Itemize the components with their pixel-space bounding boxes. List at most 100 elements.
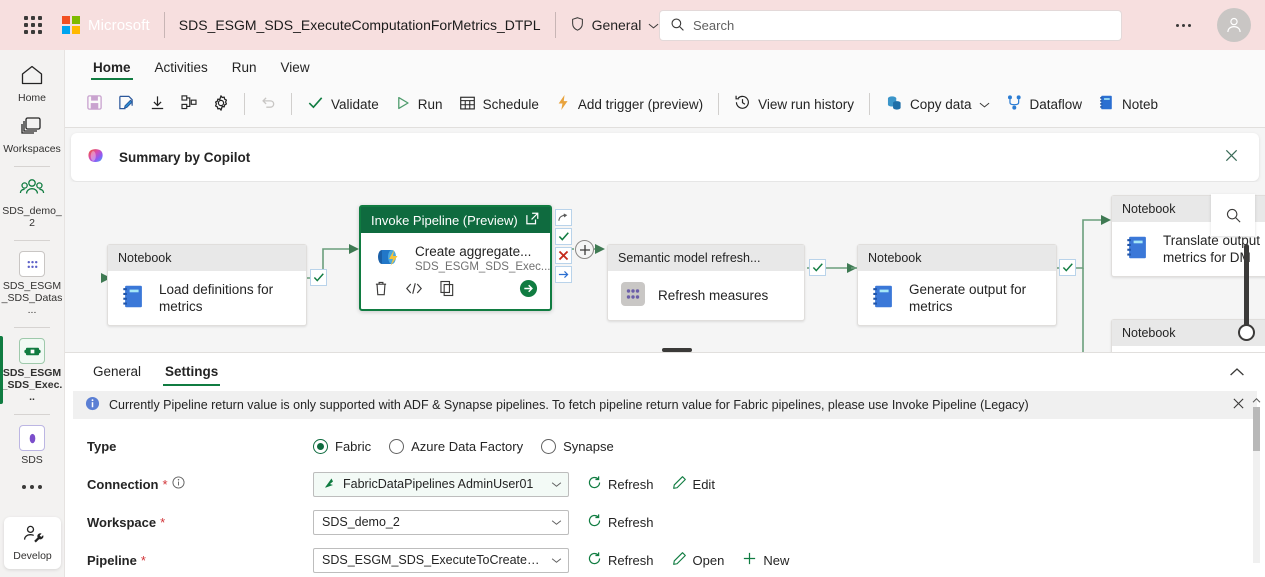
panel-resize-handle[interactable] — [662, 348, 692, 352]
rail-more-button[interactable] — [22, 485, 42, 489]
pipeline-refresh-button[interactable]: Refresh — [587, 551, 654, 569]
info-circle-icon[interactable] — [172, 476, 185, 492]
form-row-workspace: Workspace * SDS_demo_2 Refresh — [65, 503, 1265, 541]
sidebar-item-home[interactable]: Home — [0, 58, 65, 109]
tab-settings[interactable]: Settings — [155, 356, 228, 388]
pipeline-open-button[interactable]: Open — [672, 551, 724, 569]
chevron-down-icon — [551, 553, 562, 567]
open-external-icon[interactable] — [525, 211, 540, 229]
workspace-refresh-button[interactable]: Refresh — [587, 513, 654, 531]
add-activity-button[interactable] — [575, 240, 594, 259]
copilot-summary-title: Summary by Copilot — [119, 149, 251, 165]
save-as-button[interactable] — [110, 89, 142, 119]
develop-button[interactable]: Develop — [4, 517, 61, 569]
dataflow-button[interactable]: Dataflow — [998, 89, 1091, 119]
connector-success-node4[interactable] — [1059, 259, 1076, 276]
add-trigger-button-label: Add trigger (preview) — [577, 96, 704, 112]
share-button[interactable] — [173, 89, 205, 119]
avatar[interactable] — [1217, 8, 1251, 42]
topbar-more-button[interactable] — [1171, 16, 1195, 34]
save-button[interactable] — [79, 89, 110, 119]
develop-icon — [22, 524, 44, 547]
connector-success-icon[interactable] — [555, 228, 572, 245]
info-banner-close-icon[interactable] — [1232, 397, 1245, 413]
run-button[interactable]: Run — [387, 90, 451, 119]
connection-refresh-label: Refresh — [608, 476, 654, 492]
dataflow-button-label: Dataflow — [1029, 96, 1083, 112]
connector-fail-icon[interactable] — [555, 247, 572, 264]
undo-button[interactable] — [252, 89, 284, 119]
scroll-up-arrow-icon[interactable] — [1251, 395, 1262, 406]
tab-general[interactable]: General — [83, 356, 151, 388]
chevron-down-icon — [648, 18, 659, 33]
pipeline-canvas[interactable]: Notebook Load definitions for metrics In… — [65, 182, 1265, 352]
connector-completion-icon[interactable] — [555, 266, 572, 283]
connector-skip-icon[interactable] — [555, 209, 572, 226]
tab-activities[interactable]: Activities — [143, 56, 220, 82]
panel-collapse-button[interactable] — [1225, 361, 1249, 384]
search-input[interactable]: Search — [659, 10, 1122, 41]
pipeline-dropdown[interactable]: SDS_ESGM_SDS_ExecuteToCreateAg... — [313, 547, 569, 573]
search-icon — [670, 17, 685, 35]
pipeline-node-actions — [361, 279, 550, 309]
type-label-text: Type — [87, 438, 117, 454]
validate-button[interactable]: Validate — [299, 90, 387, 118]
tab-run[interactable]: Run — [220, 56, 269, 82]
schedule-button[interactable]: Schedule — [451, 90, 547, 119]
notebook-button[interactable]: Noteb — [1090, 89, 1166, 119]
semantic-model-icon — [620, 281, 646, 310]
radio-fabric[interactable]: Fabric — [313, 438, 371, 454]
tab-home[interactable]: Home — [81, 56, 143, 82]
ribbon-tabs: Home Activities Run View — [65, 50, 1265, 82]
canvas-search-button[interactable] — [1211, 194, 1255, 236]
pipeline-node-notebook-generate-output[interactable]: Notebook Generate output for metrics — [857, 244, 1057, 326]
connection-refresh-button[interactable]: Refresh — [587, 475, 654, 493]
activity-settings-panel: General Settings Currently Pipeline retu… — [65, 348, 1265, 577]
pipeline-node-notebook-load-definitions[interactable]: Notebook Load definitions for metrics — [107, 244, 307, 326]
workspace-value: SDS_demo_2 — [322, 515, 400, 529]
refresh-icon — [587, 551, 602, 569]
pipeline-node-name: Generate output for metrics — [909, 282, 1027, 314]
canvas-vertical-scrollbar[interactable] — [1244, 244, 1249, 332]
connection-dropdown[interactable]: FabricDataPipelines AdminUser01 — [313, 471, 569, 497]
pipeline-node-semantic-model-refresh[interactable]: Semantic model refresh... Refresh measur… — [607, 244, 805, 321]
app-launcher-waffle-icon[interactable] — [20, 12, 46, 38]
view-run-history-button[interactable]: View run history — [726, 89, 862, 119]
radio-azure-data-factory-ring — [389, 438, 405, 454]
sidebar-item-sds-demo-2[interactable]: SDS_demo_2 — [0, 171, 65, 234]
panel-vertical-scrollbar[interactable] — [1251, 395, 1262, 575]
connector-success-node3[interactable] — [809, 259, 826, 276]
radio-azure-data-factory[interactable]: Azure Data Factory — [389, 438, 524, 454]
sidebar-item-workspaces[interactable]: Workspaces — [0, 109, 65, 160]
run-arrow-icon[interactable] — [519, 279, 538, 301]
sidebar-item-sds-esgm-datas[interactable]: SDS_ESGM_SDS_Datas... — [0, 245, 65, 321]
copy-data-button-label: Copy data — [909, 96, 972, 112]
connector-success-node1[interactable] — [310, 269, 327, 286]
ribbon: Home Activities Run View Validate Run Sc… — [65, 50, 1265, 128]
radio-synapse[interactable]: Synapse — [541, 438, 614, 454]
tab-view[interactable]: View — [269, 56, 322, 82]
sidebar-item-sds-esgm-datas-label: SDS_ESGM_SDS_Datas... — [1, 280, 63, 316]
pipeline-new-button[interactable]: New — [742, 551, 789, 569]
copilot-close-icon[interactable] — [1218, 142, 1245, 172]
workspace-badge[interactable]: General — [570, 16, 660, 35]
copy-icon[interactable] — [439, 280, 455, 300]
settings-button[interactable] — [205, 89, 237, 120]
connection-edit-button[interactable]: Edit — [672, 475, 715, 493]
code-icon[interactable] — [405, 281, 423, 299]
add-trigger-button[interactable]: Add trigger (preview) — [547, 89, 711, 119]
pipeline-node-type: Semantic model refresh... — [608, 245, 804, 271]
canvas-scrollbar-knob[interactable] — [1238, 324, 1255, 341]
copy-data-button[interactable]: Copy data — [877, 89, 998, 119]
panel-scroll-thumb[interactable] — [1253, 407, 1260, 451]
trash-icon[interactable] — [373, 280, 389, 300]
workspace-dropdown[interactable]: SDS_demo_2 — [313, 509, 569, 535]
download-button[interactable] — [142, 89, 173, 119]
plus-icon — [742, 551, 757, 569]
pipeline-node-name: Refresh measures — [658, 288, 769, 303]
pipeline-node-subtitle: SDS_ESGM_SDS_Exec... — [415, 261, 551, 273]
sidebar-item-sds[interactable]: SDS — [0, 419, 65, 471]
sidebar-item-sds-esgm-exec[interactable]: SDS_ESGM_SDS_Exec... — [0, 332, 65, 408]
radio-azure-data-factory-label: Azure Data Factory — [411, 438, 524, 454]
pipeline-node-invoke-pipeline[interactable]: Invoke Pipeline (Preview) Create aggrega… — [359, 205, 552, 311]
